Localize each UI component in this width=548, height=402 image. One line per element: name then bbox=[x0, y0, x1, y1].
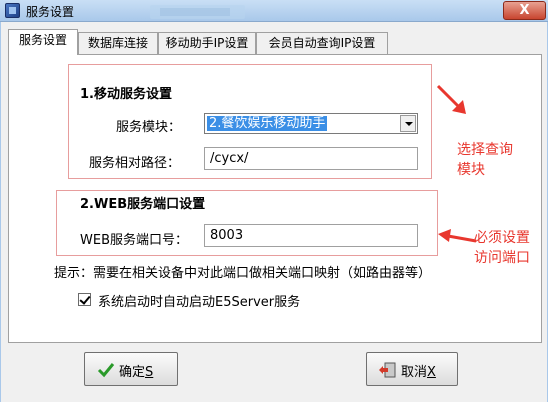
port-mapping-hint: 提示：需要在相关设备中对此端口做相关端口映射（如路由器等） bbox=[54, 266, 432, 281]
annotation-arrow-1 bbox=[436, 84, 466, 114]
service-module-label: 服务模块： bbox=[116, 120, 182, 135]
window-title: 服务设置 bbox=[26, 5, 75, 19]
ok-button[interactable]: 确定S bbox=[84, 352, 178, 386]
exit-door-icon bbox=[379, 362, 396, 378]
service-module-selected: 2.餐饮娱乐移动助手 bbox=[207, 116, 328, 131]
tab-service-settings[interactable]: 服务设置 bbox=[8, 29, 78, 55]
close-button[interactable]: X bbox=[503, 1, 546, 20]
title-bar-background-text-2 bbox=[160, 8, 230, 16]
autostart-checkbox-label[interactable]: 系统启动时自动启动E5Server服务 bbox=[98, 291, 300, 310]
chevron-down-icon[interactable] bbox=[400, 115, 416, 132]
ok-button-label: 确定S bbox=[119, 365, 154, 380]
tab-member-query-ip[interactable]: 会员自动查询IP设置 bbox=[256, 32, 388, 54]
annotation-must-set-port-line2: 访问端口 bbox=[474, 250, 530, 266]
app-icon bbox=[5, 3, 20, 18]
service-module-dropdown[interactable]: 2.餐饮娱乐移动助手 bbox=[204, 113, 418, 134]
annotation-choose-module: 选择查询 模块 bbox=[457, 140, 513, 180]
cancel-button-label: 取消X bbox=[401, 365, 436, 380]
title-bar: 服务设置 X bbox=[0, 0, 548, 22]
checkmark-icon bbox=[97, 363, 115, 378]
annotation-choose-module-line2: 模块 bbox=[457, 162, 485, 178]
web-port-label: WEB服务端口号： bbox=[80, 233, 188, 248]
annotation-arrow-2 bbox=[438, 229, 477, 243]
service-path-label: 服务相对路径： bbox=[89, 156, 181, 171]
service-path-input[interactable]: /cycx/ bbox=[204, 147, 418, 170]
mobile-service-section-title: 1.移动服务设置 bbox=[80, 87, 172, 102]
annotation-must-set-port: 必须设置 访问端口 bbox=[474, 228, 530, 268]
annotation-must-set-port-line1: 必须设置 bbox=[474, 230, 530, 246]
cancel-button[interactable]: 取消X bbox=[366, 352, 458, 386]
web-port-section-title: 2.WEB服务端口设置 bbox=[80, 197, 206, 212]
autostart-checkbox[interactable] bbox=[78, 293, 91, 306]
web-port-input[interactable]: 8003 bbox=[204, 224, 418, 247]
annotation-choose-module-line1: 选择查询 bbox=[457, 142, 513, 158]
tab-mobile-assistant-ip[interactable]: 移动助手IP设置 bbox=[158, 32, 256, 54]
tab-database-connection[interactable]: 数据库连接 bbox=[78, 32, 158, 54]
